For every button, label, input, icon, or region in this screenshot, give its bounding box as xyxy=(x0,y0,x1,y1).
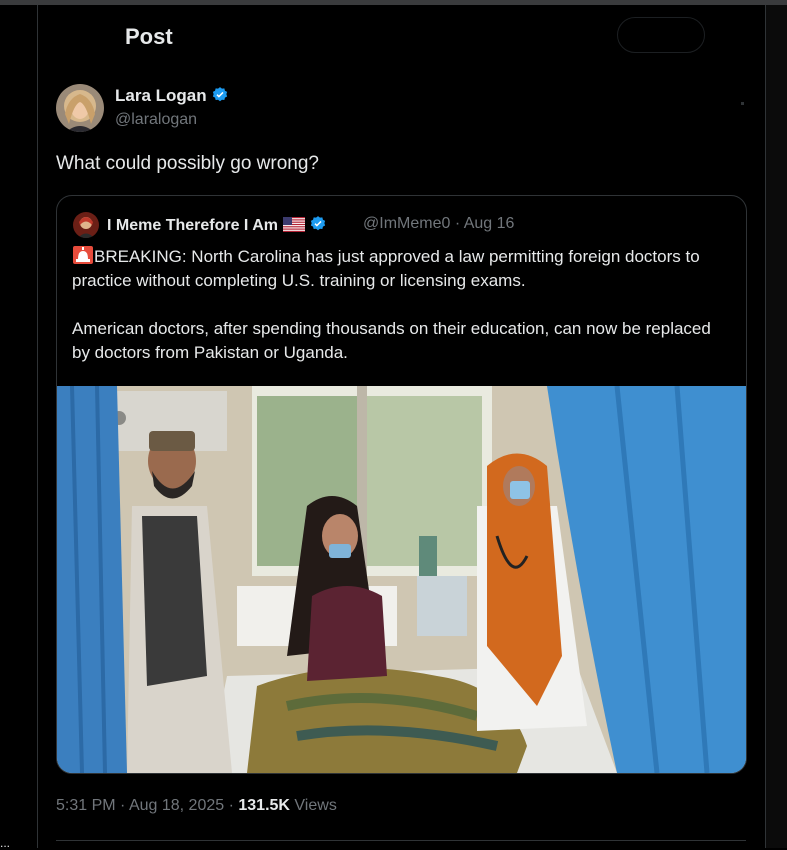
meta-separator: · xyxy=(120,797,126,814)
post-date[interactable]: Aug 18, 2025 xyxy=(129,797,224,814)
quoted-text: BREAKING: North Carolina has just approv… xyxy=(72,245,732,389)
meta-separator: · xyxy=(228,797,234,814)
quoted-paragraph-1-text: BREAKING: North Carolina has just approv… xyxy=(72,247,700,290)
right-side-strip xyxy=(766,5,787,848)
verified-badge-icon xyxy=(211,86,229,109)
author-avatar[interactable] xyxy=(56,84,104,132)
quoted-paragraph-2: American doctors, after spending thousan… xyxy=(72,319,711,362)
header-action-button[interactable] xyxy=(617,17,705,53)
page-title: Post xyxy=(125,24,173,49)
views-label: Views xyxy=(294,797,337,814)
hospital-scene-image xyxy=(57,385,746,773)
quoted-verified-badge-icon xyxy=(309,215,327,238)
post-meta: 5:31 PM · Aug 18, 2025 · 131.5K Views xyxy=(56,797,337,815)
views-count: 131.5K xyxy=(238,797,290,814)
quoted-date[interactable]: Aug 16 xyxy=(464,215,515,232)
quoted-meta: @ImMeme0 · Aug 16 xyxy=(363,215,514,233)
quoted-paragraph-1: BREAKING: North Carolina has just approv… xyxy=(72,245,732,293)
post-time[interactable]: 5:31 PM xyxy=(56,797,116,814)
post-text: What could possibly go wrong? xyxy=(56,153,319,174)
quoted-author-name[interactable]: I Meme Therefore I Am xyxy=(107,215,327,238)
quoted-avatar[interactable] xyxy=(73,212,99,238)
quoted-author-name-text[interactable]: I Meme Therefore I Am xyxy=(107,217,278,234)
more-options-hint xyxy=(741,102,744,105)
meta-separator: · xyxy=(454,215,461,232)
footer-divider xyxy=(56,840,746,841)
author-name-text[interactable]: Lara Logan xyxy=(115,86,207,105)
column-border-left xyxy=(37,5,38,848)
quoted-photo[interactable] xyxy=(57,385,746,773)
author-name[interactable]: Lara Logan xyxy=(115,86,229,109)
us-flag-icon xyxy=(283,217,306,237)
quoted-post-card[interactable]: I Meme Therefore I Am @ImMeme0 · Aug 16 … xyxy=(56,195,747,774)
author-handle[interactable]: @laralogan xyxy=(115,111,197,129)
quoted-handle[interactable]: @ImMeme0 xyxy=(363,215,450,232)
police-siren-icon xyxy=(72,245,94,265)
window-top-bar xyxy=(0,0,787,5)
